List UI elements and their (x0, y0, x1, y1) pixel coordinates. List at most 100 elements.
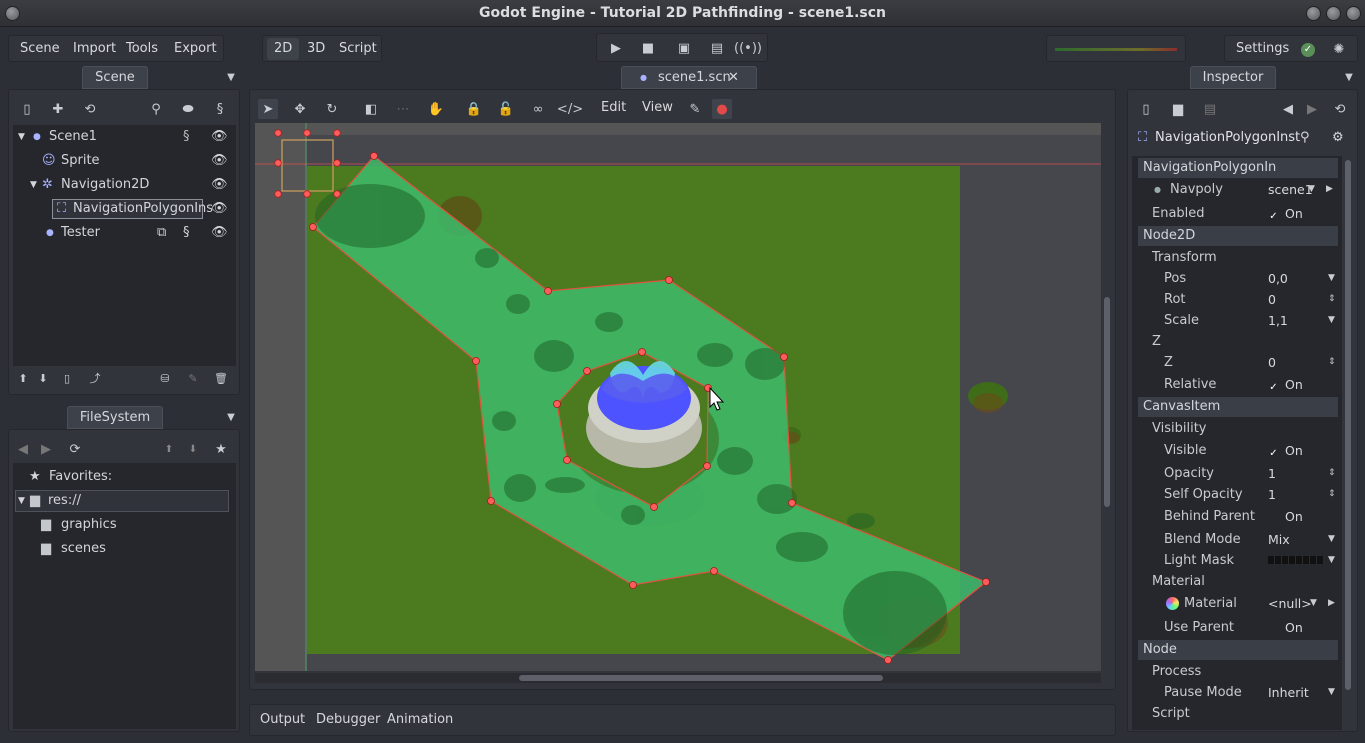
tab-scene[interactable]: Scene (82, 66, 148, 89)
settings-button[interactable]: Settings (1229, 36, 1296, 62)
expand-arrow-icon[interactable]: ▶ (1326, 179, 1333, 200)
prop-light-mask[interactable]: Light Mask ▼ (1138, 550, 1342, 571)
history-back-icon[interactable]: ◀ (1278, 99, 1298, 119)
script-icon[interactable]: § (183, 126, 190, 148)
prop-visible[interactable]: Visible ✓ On (1138, 440, 1342, 461)
prop-pos[interactable]: Pos 0,0 ▼ (1138, 268, 1342, 289)
group-process[interactable]: Process (1152, 661, 1201, 682)
edit-menu[interactable]: Edit (594, 96, 633, 120)
new-resource-icon[interactable]: ▯ (1136, 99, 1156, 119)
menu-scene[interactable]: Scene (13, 36, 67, 62)
prop-scale[interactable]: Scale 1,1 ▼ (1138, 310, 1342, 331)
group-script[interactable]: Script (1152, 703, 1190, 724)
tree-item-tester[interactable]: ● Tester ⧉ § 👁 (13, 222, 237, 244)
dropdown-arrow-icon[interactable]: ▼ (1328, 529, 1335, 550)
group-transform[interactable]: Transform (1152, 247, 1217, 268)
visibility-eye-icon[interactable]: 👁 (211, 222, 228, 244)
pan-tool-icon[interactable]: ✋ (426, 99, 446, 119)
filesystem-dock-menu-icon[interactable]: ▼ (221, 407, 241, 427)
checkbox-unchecked-icon[interactable] (1268, 511, 1279, 522)
rename-icon[interactable]: ✎ (183, 368, 203, 388)
script-icon[interactable]: § (210, 99, 230, 119)
update-spinner-icon[interactable]: ✓ (1301, 43, 1315, 57)
lock-icon[interactable]: 🔒 (464, 99, 484, 119)
mode-3d[interactable]: 3D (300, 36, 332, 62)
prop-blend-mode[interactable]: Blend Mode Mix ▼ (1138, 529, 1342, 550)
back-icon[interactable]: ◀ (13, 439, 33, 459)
section-canvasitem[interactable]: CanvasItem (1138, 397, 1338, 417)
prop-navpoly[interactable]: ● Navpoly scene1 ▼ ▶ (1138, 179, 1342, 200)
code-icon[interactable]: </> (557, 99, 583, 119)
tree-item-navigationpolygoninstance[interactable]: ⛶ NavigationPolygonIns 👁 (13, 198, 237, 220)
tab-animation[interactable]: Animation (387, 705, 453, 735)
search-icon[interactable]: ⚲ (1300, 126, 1310, 150)
light-mask-bits[interactable] (1268, 556, 1324, 564)
delete-icon[interactable]: 🗑 (211, 368, 231, 388)
dropdown-arrow-icon[interactable]: ▼ (1308, 179, 1315, 200)
spinner-icon[interactable]: ⇕ (1328, 484, 1336, 505)
rotate-tool-icon[interactable]: ↻ (322, 99, 342, 119)
checkbox-unchecked-icon[interactable] (1268, 622, 1279, 633)
stop-icon[interactable]: ■ (638, 38, 658, 58)
section-node2d[interactable]: Node2D (1138, 226, 1338, 246)
prop-use-parent[interactable]: Use Parent On (1138, 617, 1342, 638)
group-z[interactable]: Z (1152, 331, 1161, 352)
tab-scene1[interactable]: ● scene1.scn ✕ (621, 66, 757, 89)
duplicate-icon[interactable]: ▯ (57, 368, 77, 388)
mode-2d[interactable]: 2D (267, 38, 300, 60)
view-menu[interactable]: View (635, 96, 680, 120)
pencil-icon[interactable]: ✎ (685, 99, 705, 119)
prop-behind-parent[interactable]: Behind Parent On (1138, 506, 1342, 527)
open-resource-icon[interactable]: ▆ (1168, 99, 1188, 119)
menu-import[interactable]: Import (66, 36, 123, 62)
dropdown-arrow-icon[interactable]: ▼ (1328, 310, 1335, 331)
refresh-icon[interactable]: ⟳ (65, 439, 85, 459)
prop-opacity[interactable]: Opacity 1 ⇕ (1138, 463, 1342, 484)
move-down-icon[interactable]: ⬇ (33, 368, 53, 388)
tree-item-sprite[interactable]: ☺ Sprite 👁 (13, 150, 237, 172)
checkbox-checked-icon[interactable]: ✓ (1268, 448, 1279, 459)
group-material[interactable]: Material (1152, 571, 1205, 592)
canvas-viewport[interactable] (255, 123, 1101, 671)
inspector-dock-menu-icon[interactable]: ▼ (1339, 67, 1359, 87)
dropdown-arrow-icon[interactable]: ▼ (1328, 268, 1335, 289)
favorite-star-icon[interactable]: ★ (211, 439, 231, 459)
forward-icon[interactable]: ▶ (36, 439, 56, 459)
visibility-eye-icon[interactable]: 👁 (211, 198, 228, 220)
favorites-row[interactable]: ★ Favorites: (13, 466, 237, 488)
script-icon[interactable]: § (183, 222, 190, 244)
close-tab-icon[interactable]: ✕ (728, 67, 739, 89)
play-icon[interactable]: ▶ (606, 38, 626, 58)
horizontal-scrollbar[interactable] (255, 673, 1101, 683)
group-icon[interactable]: ⬬ (178, 99, 198, 119)
dropdown-arrow-icon[interactable]: ▼ (1310, 593, 1317, 614)
reparent-icon[interactable]: ⤴ (85, 368, 105, 388)
menu-export[interactable]: Export (167, 36, 224, 62)
prop-enabled[interactable]: Enabled ✓ On (1138, 203, 1342, 224)
tab-debugger[interactable]: Debugger (316, 705, 380, 735)
pivot-icon[interactable]: ◧ (361, 99, 381, 119)
checkbox-checked-icon[interactable]: ✓ (1268, 211, 1279, 222)
close-window-button[interactable] (1346, 6, 1361, 21)
prop-z[interactable]: Z 0 ⇕ (1138, 352, 1342, 373)
add-node-icon[interactable]: ✚ (48, 99, 68, 119)
prop-self-opacity[interactable]: Self Opacity 1 ⇕ (1138, 484, 1342, 505)
select-tool-icon[interactable]: ➤ (258, 99, 278, 119)
spinner-icon[interactable]: ⇕ (1328, 352, 1336, 373)
tab-output[interactable]: Output (260, 705, 305, 735)
play-scene-icon[interactable]: ▣ (674, 38, 694, 58)
vertical-scrollbar[interactable] (1102, 123, 1112, 673)
mode-script[interactable]: Script (332, 36, 384, 62)
move-tool-icon[interactable]: ✥ (290, 99, 310, 119)
save-resource-icon[interactable]: ▤ (1200, 99, 1220, 119)
visibility-eye-icon[interactable]: 👁 (211, 150, 228, 172)
spinner-icon[interactable]: ⇕ (1328, 463, 1336, 484)
history-forward-icon[interactable]: ▶ (1302, 99, 1322, 119)
folder-res-row[interactable]: ▼ ▆ res:// (15, 490, 229, 512)
spinner-icon[interactable]: ⇕ (1328, 289, 1336, 310)
dropdown-arrow-icon[interactable]: ▼ (1328, 682, 1335, 703)
prop-material[interactable]: Material <null> ▼ ▶ (1138, 593, 1342, 614)
move-up-icon[interactable]: ⬆ (13, 368, 33, 388)
settings-gear-icon[interactable]: ✺ (1329, 39, 1349, 59)
tab-inspector[interactable]: Inspector (1190, 66, 1276, 89)
